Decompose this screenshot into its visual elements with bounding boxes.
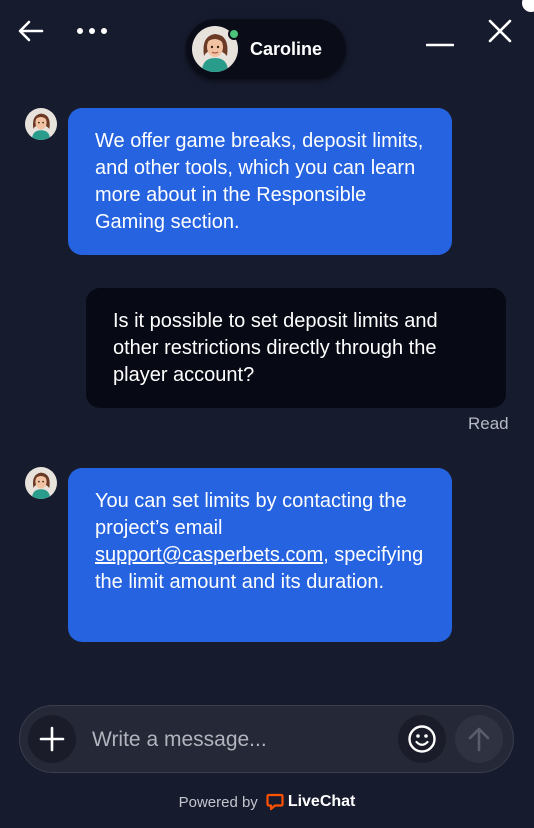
read-status: Read: [468, 414, 509, 433]
more-horizontal-icon: [77, 28, 107, 34]
message-input[interactable]: [92, 720, 392, 760]
arrow-up-icon: [468, 727, 490, 752]
emoji-button[interactable]: [398, 715, 446, 763]
minimize-button[interactable]: [420, 16, 460, 56]
livechat-brand: LiveChat: [287, 793, 356, 810]
chat-header: Caroline: [0, 0, 534, 92]
agent-name: Caroline: [250, 38, 323, 59]
agent-info[interactable]: Caroline: [186, 19, 346, 79]
add-attachment-button[interactable]: [28, 715, 76, 763]
agent-message: You can set limits by contacting the pro…: [68, 468, 452, 642]
avatar-image: [25, 108, 57, 140]
email-link[interactable]: support@casperbets.com: [95, 544, 323, 566]
agent-avatar: [25, 108, 57, 140]
plus-icon: [39, 726, 65, 752]
chat-widget: Caroline We offer game breaks, deposit l…: [0, 0, 534, 828]
agent-avatar: [192, 26, 240, 72]
livechat-logo: LiveChat: [266, 793, 356, 811]
user-message: Is it possible to set deposit limits and…: [86, 288, 506, 408]
livechat-icon: [266, 793, 284, 811]
more-options-button[interactable]: [72, 11, 112, 51]
powered-by-label: Powered by: [178, 793, 258, 811]
smiley-icon: [408, 725, 436, 753]
corner-decoration: [522, 0, 534, 12]
minimize-icon: [426, 43, 454, 47]
message-text: We offer game breaks, deposit limits, an…: [95, 130, 424, 233]
avatar-image: [25, 467, 57, 499]
powered-by-footer[interactable]: Powered by LiveChat: [0, 790, 534, 814]
close-button[interactable]: [480, 11, 520, 51]
message-text-before: You can set limits by contacting the pro…: [95, 490, 407, 539]
arrow-left-icon: [18, 20, 44, 42]
agent-avatar: [25, 467, 57, 499]
agent-message: We offer game breaks, deposit limits, an…: [68, 108, 452, 255]
close-icon: [488, 19, 512, 43]
send-button[interactable]: [455, 715, 503, 763]
back-button[interactable]: [11, 11, 51, 51]
message-text: Is it possible to set deposit limits and…: [113, 310, 438, 386]
message-composer: [19, 705, 514, 773]
online-status-dot: [228, 28, 240, 40]
